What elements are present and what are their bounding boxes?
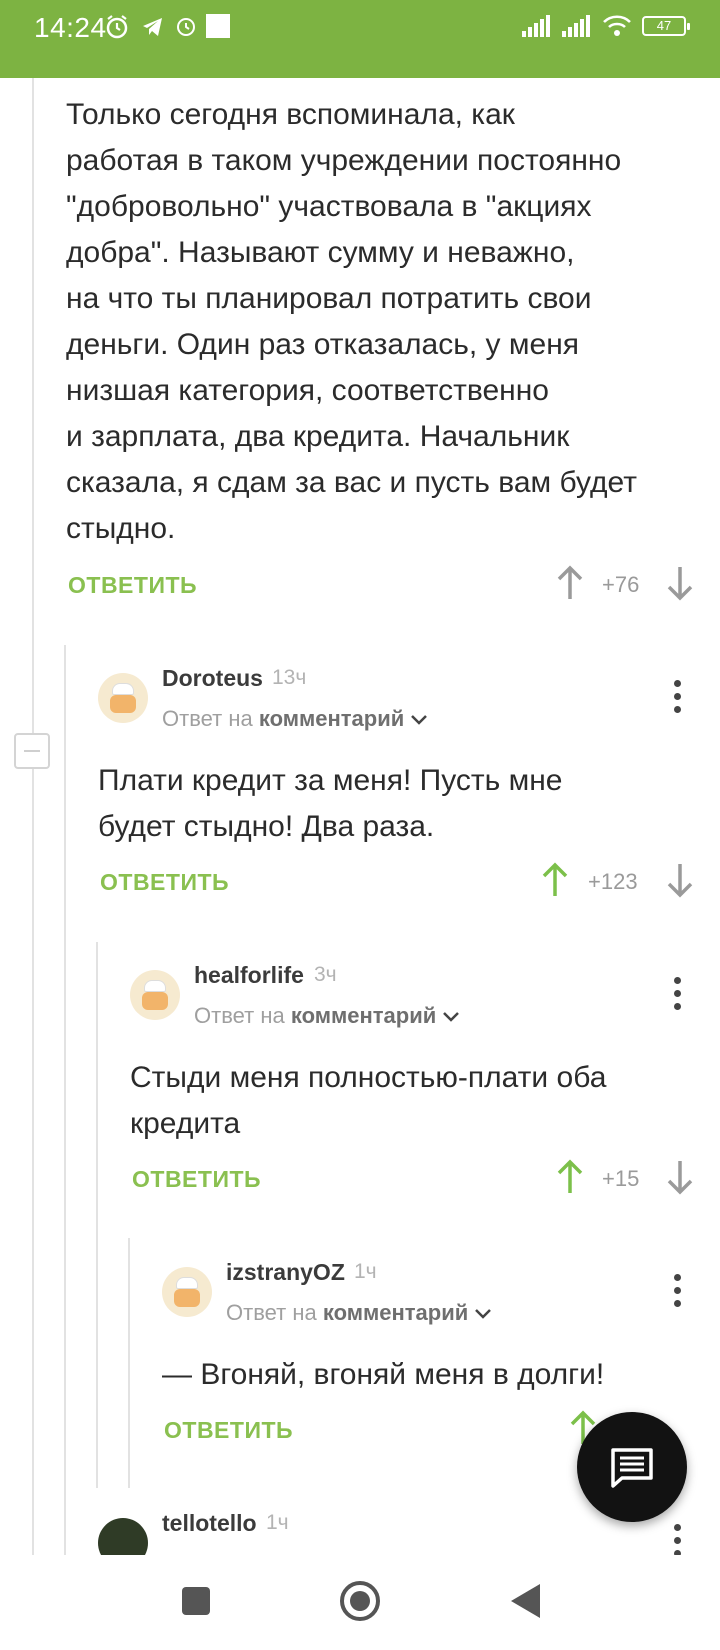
comment-line: на что ты планировал потратить свои <box>66 282 592 315</box>
comment-time: 1ч <box>354 1260 377 1283</box>
comment-line: работая в таком учреждении постоянно <box>66 144 622 177</box>
reply-to-link[interactable]: Ответ на комментарий <box>162 706 428 732</box>
back-icon[interactable] <box>508 1582 542 1620</box>
telegram-icon <box>143 18 162 36</box>
comment-text: Плати кредит за меня! Пусть мне будет ст… <box>98 758 698 850</box>
comment-line: деньги. Один раз отказалась, у меня <box>66 328 580 361</box>
comment-line: — Вгоняй, вгоняй меня в долги! <box>162 1358 605 1391</box>
thread-line-level-3 <box>128 1238 130 1488</box>
reply-to-target[interactable]: комментарий <box>291 1003 436 1028</box>
signal-2-icon <box>562 15 590 37</box>
chevron-down-icon[interactable] <box>442 1011 460 1023</box>
comment-line: сказала, я сдам за вас и пусть вам будет <box>66 466 637 499</box>
reply-to-target[interactable]: комментарий <box>323 1300 468 1325</box>
status-time: 14:24 <box>34 12 107 43</box>
downvote-icon[interactable] <box>665 1159 695 1195</box>
reply-to-prefix: Ответ на <box>162 706 253 731</box>
reply-button[interactable]: ОТВЕТИТЬ <box>132 1166 261 1193</box>
comment-line: "добровольно" участвовала в "акциях <box>66 190 592 223</box>
more-options-icon[interactable] <box>672 977 682 1013</box>
chevron-down-icon[interactable] <box>474 1308 492 1320</box>
reply-to-prefix: Ответ на <box>226 1300 317 1325</box>
reply-to-link[interactable]: Ответ на комментарий <box>194 1003 460 1029</box>
comment-score: +76 <box>602 572 640 597</box>
thread-line-root <box>32 78 34 1558</box>
comment-author[interactable]: izstranyOZ <box>226 1259 345 1286</box>
thread-line-level-1 <box>64 645 66 1555</box>
upvote-icon[interactable] <box>540 862 570 898</box>
comment-author[interactable]: tellotello <box>162 1510 257 1537</box>
comment-line: будет стыдно! Два раза. <box>98 810 435 843</box>
status-bar: 14:24 47 <box>0 0 720 78</box>
comment-time: 1ч <box>266 1511 289 1534</box>
downvote-icon[interactable] <box>665 565 695 601</box>
notification-square-icon <box>206 14 230 38</box>
system-nav-bar <box>0 1555 720 1650</box>
alarm-icon <box>106 15 128 39</box>
alarm-clock-icon <box>177 18 195 36</box>
reply-button[interactable]: ОТВЕТИТЬ <box>68 572 197 599</box>
home-icon[interactable] <box>338 1579 382 1623</box>
comment-line: низшая категория, соответственно <box>66 374 549 407</box>
comment-author[interactable]: healforlife <box>194 962 304 989</box>
reply-to-prefix: Ответ на <box>194 1003 285 1028</box>
avatar[interactable] <box>162 1267 212 1317</box>
comment-text: Стыди меня полностью-плати оба кредита <box>130 1055 700 1147</box>
comment-score: +123 <box>588 869 638 894</box>
wifi-icon <box>603 15 631 36</box>
comment-line: стыдно. <box>66 512 176 545</box>
write-comment-button[interactable] <box>577 1412 687 1522</box>
comment-text: — Вгоняй, вгоняй меня в долги! <box>162 1352 702 1398</box>
comment-line: Плати кредит за меня! Пусть мне <box>98 764 563 797</box>
more-options-icon[interactable] <box>672 680 682 716</box>
thread-line-level-2 <box>96 942 98 1488</box>
comment-score: +15 <box>602 1166 640 1191</box>
avatar[interactable] <box>130 970 180 1020</box>
reply-to-link[interactable]: Ответ на комментарий <box>226 1300 492 1326</box>
upvote-icon[interactable] <box>555 565 585 601</box>
battery-indicator: 47 <box>642 16 690 36</box>
comment-line: Стыди меня полностью-плати оба <box>130 1061 607 1094</box>
avatar[interactable] <box>98 673 148 723</box>
status-right: 47 <box>522 14 690 38</box>
comment-line: кредита <box>130 1107 241 1140</box>
comment-text: Только сегодня вспоминала, как работая в… <box>66 92 706 552</box>
chevron-down-icon[interactable] <box>410 714 428 726</box>
reply-button[interactable]: ОТВЕТИТЬ <box>100 869 229 896</box>
comment-line: добра". Называют сумму и неважно, <box>66 236 575 269</box>
comment-author[interactable]: Doroteus <box>162 665 263 692</box>
comment-line: и зарплата, два кредита. Начальник <box>66 420 570 453</box>
comment-icon <box>611 1448 653 1488</box>
more-options-icon[interactable] <box>672 1274 682 1310</box>
comment-time: 3ч <box>314 963 337 986</box>
signal-icon <box>522 15 550 37</box>
reply-button[interactable]: ОТВЕТИТЬ <box>164 1417 293 1444</box>
comment-time: 13ч <box>272 666 307 689</box>
recent-apps-icon[interactable] <box>180 1585 212 1617</box>
collapse-thread-button[interactable] <box>14 733 50 769</box>
downvote-icon[interactable] <box>665 862 695 898</box>
reply-to-target[interactable]: комментарий <box>259 706 404 731</box>
comment-line: Только сегодня вспоминала, как <box>66 98 515 131</box>
upvote-icon[interactable] <box>555 1159 585 1195</box>
